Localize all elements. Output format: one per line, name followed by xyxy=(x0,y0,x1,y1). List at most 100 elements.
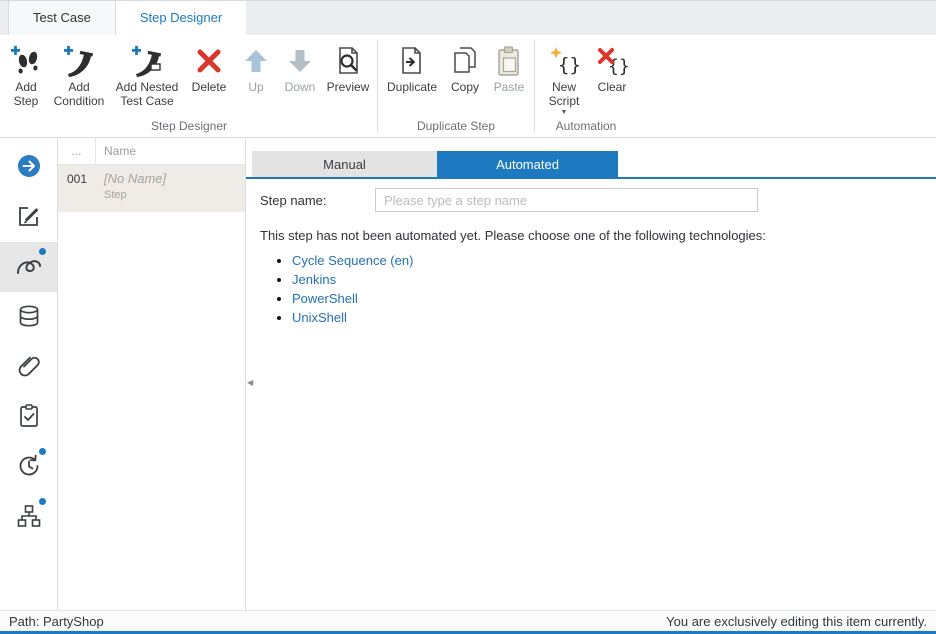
ribbon-group-label-automation: Automation xyxy=(538,119,634,137)
attachment-icon xyxy=(16,353,42,382)
tab-test-case[interactable]: Test Case xyxy=(8,1,116,35)
down-arrow-icon xyxy=(282,42,318,80)
list-item: Jenkins xyxy=(292,272,936,287)
copy-button[interactable]: Copy xyxy=(443,40,487,96)
nav-arrow-circle-icon xyxy=(16,153,42,182)
notification-badge xyxy=(39,498,46,505)
delete-icon xyxy=(191,42,227,80)
add-step-button[interactable]: Add Step xyxy=(4,40,48,110)
ribbon-group-automation: {} New Script ▼ {} Clear xyxy=(538,35,634,137)
preview-button[interactable]: Preview xyxy=(322,40,374,96)
step-list-panel: ... Name 001 [No Name] Step xyxy=(58,138,246,610)
column-header-more: ... xyxy=(58,138,96,164)
editing-status-label: You are exclusively editing this item cu… xyxy=(666,614,927,629)
tab-automated[interactable]: Automated xyxy=(437,151,618,177)
down-label: Down xyxy=(282,80,318,94)
notification-badge xyxy=(39,248,46,255)
sidebar-item-hierarchy[interactable] xyxy=(0,492,57,542)
path-label: Path: PartyShop xyxy=(9,614,104,629)
notification-badge xyxy=(39,448,46,455)
status-bar: Path: PartyShop You are exclusively edit… xyxy=(0,610,936,634)
column-header-name: Name xyxy=(96,138,136,164)
up-arrow-icon xyxy=(238,42,274,80)
copy-label: Copy xyxy=(448,80,482,94)
ribbon: Add Step Add Condition xyxy=(0,35,936,138)
duplicate-button[interactable]: Duplicate xyxy=(381,40,443,96)
edit-icon xyxy=(16,203,42,232)
ribbon-separator xyxy=(534,40,535,132)
technology-link-jenkins[interactable]: Jenkins xyxy=(292,272,336,287)
clear-label: Clear xyxy=(594,80,630,94)
step-name-placeholder-text: [No Name] xyxy=(104,171,166,186)
down-button[interactable]: Down xyxy=(278,40,322,96)
sidebar-item-checklist[interactable] xyxy=(0,392,57,442)
sidebar-item-steps[interactable] xyxy=(0,242,57,292)
tab-manual[interactable]: Manual xyxy=(252,151,437,177)
steps-icon xyxy=(15,253,43,282)
add-nested-test-case-icon xyxy=(129,42,165,80)
clear-script-icon: {} xyxy=(594,42,630,80)
step-name-label: Step name: xyxy=(260,193,375,208)
add-nested-test-case-label: Add Nested Test Case xyxy=(114,80,180,108)
step-detail-panel: ◀ Manual Automated Step name: This step … xyxy=(246,138,936,610)
technology-list: Cycle Sequence (en) Jenkins PowerShell U… xyxy=(246,253,936,325)
technology-link-unixshell[interactable]: UnixShell xyxy=(292,310,347,325)
automation-message: This step has not been automated yet. Pl… xyxy=(260,228,936,243)
step-detail-tabs: Manual Automated xyxy=(246,151,936,179)
data-icon xyxy=(16,303,42,332)
add-step-label: Add Step xyxy=(9,80,43,108)
sidebar-item-attachments[interactable] xyxy=(0,342,57,392)
step-type-label: Step xyxy=(104,189,166,201)
new-script-button[interactable]: {} New Script ▼ xyxy=(538,40,590,119)
up-label: Up xyxy=(242,80,270,94)
sidebar-item-navigate[interactable] xyxy=(0,142,57,192)
tab-step-designer[interactable]: Step Designer xyxy=(116,1,246,35)
delete-label: Delete xyxy=(188,80,230,94)
sidebar-item-edit[interactable] xyxy=(0,192,57,242)
step-name-input[interactable] xyxy=(375,188,758,212)
add-condition-button[interactable]: Add Condition xyxy=(48,40,110,110)
paste-label: Paste xyxy=(491,80,527,94)
copy-icon xyxy=(447,42,483,80)
new-script-icon: {} xyxy=(546,42,582,80)
window-tabbar: Test Case Step Designer xyxy=(0,1,936,35)
delete-button[interactable]: Delete xyxy=(184,40,234,96)
ribbon-group-step-designer: Add Step Add Condition xyxy=(4,35,374,137)
new-script-label: New Script xyxy=(542,80,586,108)
add-condition-icon xyxy=(61,42,97,80)
up-button[interactable]: Up xyxy=(234,40,278,96)
svg-text:{}: {} xyxy=(558,54,580,76)
app-window: Test Case Step Designer xyxy=(0,0,936,634)
collapse-panel-icon[interactable]: ◀ xyxy=(247,378,253,387)
preview-label: Preview xyxy=(326,80,370,94)
sidebar-item-data[interactable] xyxy=(0,292,57,342)
ribbon-separator xyxy=(377,40,378,132)
hierarchy-icon xyxy=(16,503,42,532)
list-item: Cycle Sequence (en) xyxy=(292,253,936,268)
ribbon-group-label-step-designer: Step Designer xyxy=(4,119,374,137)
paste-button[interactable]: Paste xyxy=(487,40,531,96)
add-nested-test-case-button[interactable]: Add Nested Test Case xyxy=(110,40,184,110)
checklist-icon xyxy=(16,403,42,432)
add-condition-label: Add Condition xyxy=(52,80,106,108)
step-number: 001 xyxy=(58,165,96,212)
history-icon xyxy=(16,453,42,482)
ribbon-group-label-duplicate-step: Duplicate Step xyxy=(381,119,531,137)
add-step-icon xyxy=(8,42,44,80)
main-area: ... Name 001 [No Name] Step ◀ Manual Aut… xyxy=(0,138,936,610)
duplicate-label: Duplicate xyxy=(385,80,439,94)
clear-script-button[interactable]: {} Clear xyxy=(590,40,634,96)
list-item: PowerShell xyxy=(292,291,936,306)
preview-icon xyxy=(330,42,366,80)
technology-link-cycle-sequence[interactable]: Cycle Sequence (en) xyxy=(292,253,413,268)
paste-icon xyxy=(491,42,527,80)
step-name-row: Step name: xyxy=(260,188,936,212)
sidebar-item-history[interactable] xyxy=(0,442,57,492)
dropdown-chevron-icon: ▼ xyxy=(561,109,568,117)
left-sidebar xyxy=(0,138,58,610)
ribbon-group-duplicate-step: Duplicate Copy xyxy=(381,35,531,137)
technology-link-powershell[interactable]: PowerShell xyxy=(292,291,358,306)
step-list-header: ... Name xyxy=(58,138,245,165)
list-item: UnixShell xyxy=(292,310,936,325)
step-list-row[interactable]: 001 [No Name] Step xyxy=(58,165,245,212)
